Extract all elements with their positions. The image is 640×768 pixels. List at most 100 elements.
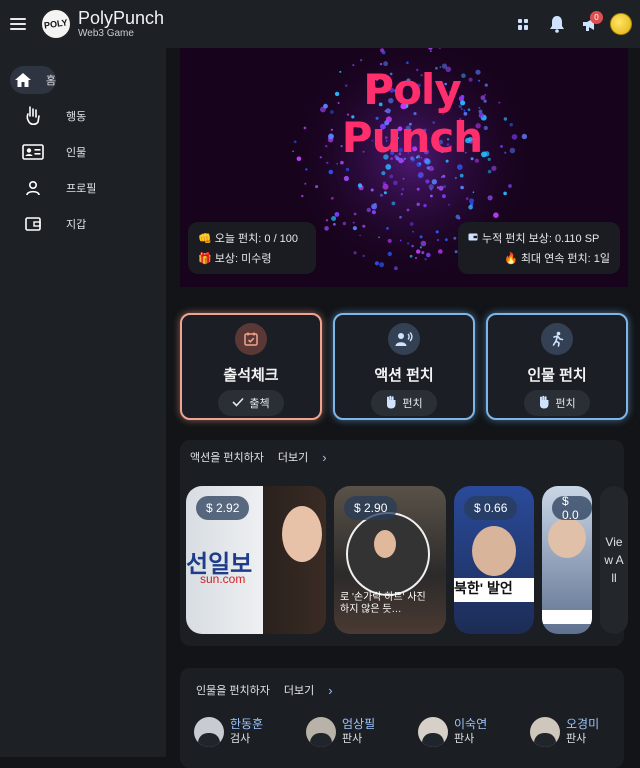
attendance-card[interactable]: 출석체크 출첵 [180, 313, 322, 420]
thumbnail-art [542, 610, 592, 624]
action-punch-card[interactable]: 액션 펀치 펀치 [333, 313, 475, 420]
check-icon [232, 397, 244, 410]
actions-section: 액션을 펀치하자 더보기 › 선일보 sun.com $ 2.92 $ 2.90… [180, 440, 628, 646]
brand[interactable]: PolyPunch Web3 Game [78, 8, 164, 40]
chevron-right-icon[interactable]: › [328, 683, 332, 698]
card-title: 액션 펀치 [374, 367, 434, 384]
thumbnail-art [472, 526, 516, 576]
person-item[interactable]: 오경미 판사 [530, 716, 640, 747]
person-item[interactable]: 엄상필 판사 [306, 716, 418, 747]
total-reward-text: 누적 펀치 보상: 0.110 SP [482, 233, 600, 245]
people-list: 한동훈 검사 엄상필 판사 이숙연 판사 오경미 판사 [194, 716, 640, 747]
action-thumbnail[interactable]: $ 2.90 로 '손가락 하트' 사진 하지 않은 듯… [334, 486, 446, 634]
more-link[interactable]: 더보기 [278, 449, 308, 465]
sidebar: 홈 행동 인물 프로필 지갑 [0, 48, 166, 757]
thumbnail-art [282, 506, 322, 562]
sidebar-item-label: 행동 [66, 111, 87, 123]
action-thumbnail[interactable]: 선일보 sun.com $ 2.92 [186, 486, 326, 634]
thumbnail-art [548, 518, 586, 558]
hero-title: Poly Punch [322, 66, 502, 162]
hero-banner: Poly Punch 👊 오늘 펀치: 0 / 100 🎁 보상: 미수령 누적… [180, 48, 628, 287]
sidebar-item-home[interactable]: 홈 [10, 66, 56, 94]
fist-icon [385, 395, 397, 412]
calendar-check-icon [235, 323, 267, 355]
top-bar: POLY PolyPunch Web3 Game 0 [0, 0, 640, 48]
megaphone-icon[interactable]: 0 [573, 8, 606, 40]
view-all-button[interactable]: View All [600, 486, 628, 634]
button-label: 펀치 [402, 398, 423, 410]
thumbnail-caption: 로 '손가락 하트' 사진 하지 않은 듯… [340, 592, 426, 615]
dashboard-grid-icon[interactable] [507, 8, 540, 40]
person-role: 판사 [454, 733, 475, 745]
person-role: 판사 [566, 733, 587, 745]
more-link[interactable]: 더보기 [284, 682, 314, 698]
sidebar-item-label: 프로필 [66, 183, 97, 195]
price-badge: $ 2.90 [344, 496, 398, 520]
price-badge: $ 2.92 [196, 496, 250, 520]
person-avatar [418, 716, 448, 747]
person-role: 검사 [230, 733, 251, 745]
person-role: 판사 [342, 733, 363, 745]
price-badge: $ 0.0 [552, 494, 592, 522]
action-thumbnail[interactable]: 북한' 발언 $ 0.66 [454, 486, 534, 634]
thumbnail-art [374, 530, 396, 558]
sidebar-item-profile[interactable]: 프로필 [10, 174, 156, 202]
hero-title-line1: Poly [363, 65, 461, 114]
logo-text: POLY [43, 17, 69, 31]
notification-badge: 0 [590, 11, 603, 24]
wallet-icon [468, 232, 478, 245]
section-heading: 액션을 펀치하자 [190, 452, 264, 464]
app-subtitle: Web3 Game [78, 28, 134, 39]
top-actions: 0 [507, 8, 640, 40]
fist-icon [538, 395, 550, 412]
person-avatar [530, 716, 560, 747]
home-icon [10, 72, 36, 88]
sidebar-item-people[interactable]: 인물 [10, 138, 156, 166]
main-content: Poly Punch 👊 오늘 펀치: 0 / 100 🎁 보상: 미수령 누적… [166, 48, 640, 768]
max-streak-text: 🔥 최대 연속 펀치: 1일 [504, 253, 610, 265]
person-name: 엄상필 [342, 717, 376, 731]
person-name: 이숙연 [454, 717, 488, 731]
bell-icon[interactable] [540, 8, 573, 40]
sidebar-item-label: 인물 [66, 147, 87, 159]
avatar[interactable] [610, 13, 632, 35]
person-punch-button[interactable]: 펀치 [524, 390, 590, 416]
person-name: 한동훈 [230, 717, 264, 731]
hero-title-line2: Punch [341, 113, 483, 162]
action-thumbnails: 선일보 sun.com $ 2.92 $ 2.90 로 '손가락 하트' 사진 … [186, 486, 628, 634]
quick-action-cards: 출석체크 출첵 액션 펀치 펀치 인물 펀치 펀치 [180, 313, 628, 420]
card-title: 인물 펀치 [527, 367, 587, 384]
person-name: 오경미 [566, 717, 600, 731]
hand-icon [10, 106, 56, 126]
people-section: 인물을 펀치하자 더보기 › 한동훈 검사 엄상필 판사 이숙연 판사 오경미 … [180, 668, 624, 768]
attendance-button[interactable]: 출첵 [218, 390, 284, 416]
sidebar-item-label: 홈 [45, 75, 56, 87]
thumbnail-art: sun.com [200, 572, 246, 586]
app-name: PolyPunch [78, 8, 165, 28]
person-item[interactable]: 이숙연 판사 [418, 716, 530, 747]
thumbnail-art: 북한' 발언 [454, 578, 534, 602]
person-item[interactable]: 한동훈 검사 [194, 716, 306, 747]
person-punch-card[interactable]: 인물 펀치 펀치 [486, 313, 628, 420]
sidebar-item-wallet[interactable]: 지갑 [10, 210, 156, 238]
app-logo[interactable]: POLY [40, 8, 72, 40]
today-stats-box: 👊 오늘 펀치: 0 / 100 🎁 보상: 미수령 [188, 222, 316, 274]
price-badge: $ 0.66 [464, 496, 518, 520]
button-label: 펀치 [555, 398, 576, 410]
speaker-person-icon [388, 323, 420, 355]
today-punch-text: 👊 오늘 펀치: 0 / 100 [198, 233, 299, 245]
running-person-icon [541, 323, 573, 355]
chevron-right-icon[interactable]: › [322, 450, 326, 465]
action-punch-button[interactable]: 펀치 [371, 390, 437, 416]
sidebar-item-label: 지갑 [66, 219, 87, 231]
action-thumbnail[interactable]: $ 0.0 [542, 486, 592, 634]
sidebar-item-action[interactable]: 행동 [10, 102, 156, 130]
menu-icon[interactable] [10, 18, 26, 30]
cumulative-stats-box: 누적 펀치 보상: 0.110 SP 🔥 최대 연속 펀치: 1일 [458, 222, 620, 274]
id-card-icon [10, 144, 56, 160]
card-title: 출석체크 [223, 367, 279, 384]
person-avatar [306, 716, 336, 747]
wallet-icon [10, 216, 56, 232]
reward-text: 🎁 보상: 미수령 [198, 253, 272, 265]
person-avatar [194, 716, 224, 747]
